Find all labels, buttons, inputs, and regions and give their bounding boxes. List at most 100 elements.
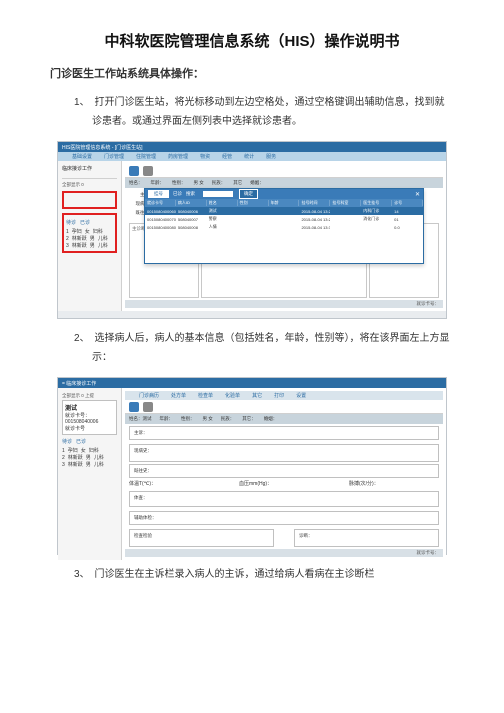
print-icon[interactable] bbox=[143, 402, 153, 412]
patient-card: 测试 就诊卡号： 001508040006 就诊卡号 bbox=[62, 400, 117, 435]
table-row[interactable]: 001508040008001508040008人情2015-08-04 13:… bbox=[145, 223, 423, 231]
popup-header: 挂号 已诊 搜索 确定 ✕ bbox=[145, 189, 423, 199]
grid-body: 001508040006001508040006测试2015-08-04 13:… bbox=[145, 207, 423, 231]
menu-item[interactable]: 统计 bbox=[242, 153, 256, 160]
list-item[interactable]: 1孕妇女妇科 bbox=[66, 229, 113, 236]
list-item[interactable]: 1孕妇女妇科 bbox=[62, 448, 117, 455]
sidebar-title: 临床接诊工作 bbox=[62, 166, 92, 172]
tab-prescription[interactable]: 处方单 bbox=[169, 392, 188, 399]
field-physical[interactable]: 体查： bbox=[129, 491, 439, 507]
search-popup: 挂号 已诊 搜索 确定 ✕ 就诊卡号 病人ID 姓名 性别 年龄 挂号时间 挂号… bbox=[144, 188, 424, 264]
info-age: 年龄： bbox=[151, 180, 165, 186]
popup-search-label: 搜索 bbox=[186, 191, 195, 197]
info-other: 其它： bbox=[242, 416, 256, 422]
col: 诊号 bbox=[392, 200, 423, 206]
toolbar bbox=[125, 164, 443, 178]
patient-visit: 就诊卡号 bbox=[65, 425, 114, 432]
field-chief[interactable]: 主诉： bbox=[129, 426, 439, 440]
tab-record[interactable]: 门诊病历 bbox=[137, 392, 161, 399]
info-other: 其它 bbox=[233, 180, 242, 186]
patient-infobar: 姓名：测试 年龄： 性别： 男 女 民族： 其它： 婚姻： bbox=[125, 414, 443, 424]
save-icon[interactable] bbox=[129, 402, 139, 412]
window-title: HIS医院管理信息系统 - [门诊医生站] bbox=[62, 144, 143, 151]
field-temp[interactable]: 体温T(℃)： bbox=[129, 480, 219, 487]
menu-item[interactable]: 门诊管理 bbox=[102, 153, 126, 160]
sidebar: 临床接诊工作 全部显示 0 待诊 已诊 1孕妇女妇科 2林新跃男儿科 3林新跃男… bbox=[58, 161, 122, 311]
table-row[interactable]: 001508040007001508040007警察2015-08-04 13:… bbox=[145, 215, 423, 223]
window-title: = 临床接诊工作 bbox=[62, 380, 96, 387]
patient-list: 1孕妇女妇科 2林新跃男儿科 3林新跃男儿科 bbox=[66, 229, 113, 250]
tab-settings[interactable]: 设置 bbox=[294, 392, 308, 399]
sidebar-top: 全部显示 0 上提 bbox=[62, 393, 117, 399]
col: 挂号时间 bbox=[299, 200, 330, 206]
field-bp[interactable]: 脉搏(次/分)： bbox=[349, 480, 439, 487]
tab-done[interactable]: 已诊 bbox=[76, 438, 86, 445]
save-icon[interactable] bbox=[129, 166, 139, 176]
window-titlebar: = 临床接诊工作 bbox=[58, 378, 446, 388]
tab-other[interactable]: 其它 bbox=[250, 392, 264, 399]
statusbar: 就诊卡号： bbox=[125, 300, 443, 308]
menu-item[interactable]: 药房管理 bbox=[166, 153, 190, 160]
menu-item[interactable]: 经管 bbox=[220, 153, 234, 160]
info-name: 姓名： bbox=[129, 180, 143, 186]
list-item[interactable]: 2林新跃男儿科 bbox=[66, 236, 113, 243]
menubar: 基础设置 门诊管理 住院管理 药房管理 物资 经管 统计 服务 bbox=[58, 152, 446, 161]
col: 姓名 bbox=[207, 200, 238, 206]
tab-waiting[interactable]: 待诊 bbox=[62, 438, 72, 445]
col: 就诊卡号 bbox=[145, 200, 176, 206]
highlight-box-1 bbox=[62, 191, 117, 209]
info-marriage: 婚姻： bbox=[264, 416, 278, 422]
field-pulse[interactable]: 血压mm(Hg)： bbox=[239, 480, 329, 487]
patient-card-label: 就诊卡号： bbox=[65, 412, 114, 419]
list-item[interactable]: 3林新跃男儿科 bbox=[66, 243, 113, 250]
popup-tab-done[interactable]: 已诊 bbox=[173, 191, 182, 197]
menu-item[interactable]: 物资 bbox=[198, 153, 212, 160]
table-row[interactable]: 001508040006001508040006测试2015-08-04 13:… bbox=[145, 207, 423, 215]
info-sex: 性别： bbox=[181, 416, 195, 422]
col: 年龄 bbox=[269, 200, 300, 206]
step-1: 1、 打开门诊医生站，将光标移动到左边空格处，通过空格键调出辅助信息，找到就诊患… bbox=[74, 93, 454, 131]
page-title: 中科软医院管理信息系统（HIS）操作说明书 bbox=[50, 30, 454, 51]
highlight-box-2: 待诊 已诊 1孕妇女妇科 2林新跃男儿科 3林新跃男儿科 bbox=[62, 213, 117, 253]
ok-button[interactable]: 确定 bbox=[239, 189, 258, 199]
field-exam[interactable]: 检查检验 bbox=[129, 529, 274, 547]
statusbar: 就诊卡号： bbox=[125, 549, 443, 557]
info-nation: 民族： bbox=[221, 416, 235, 422]
toolbar bbox=[125, 400, 443, 414]
search-input[interactable] bbox=[203, 191, 233, 197]
section-subtitle: 门诊医生工作站系统具体操作： bbox=[50, 65, 454, 81]
menu-item[interactable]: 基础设置 bbox=[70, 153, 94, 160]
info-marriage: 婚姻： bbox=[250, 180, 264, 186]
print-icon[interactable] bbox=[143, 166, 153, 176]
main-panel: 门诊病历 处方单 检查单 化验单 其它 打印 设置 姓名：测试 年龄： 性别： … bbox=[122, 388, 446, 560]
patient-infobar: 姓名： 年龄： 性别： 男 女 民族： 其它 婚姻： bbox=[125, 178, 443, 188]
close-icon[interactable]: ✕ bbox=[415, 191, 420, 198]
col: 医生挂号 bbox=[361, 200, 392, 206]
info-age: 年龄： bbox=[160, 416, 174, 422]
menu-item[interactable]: 服务 bbox=[264, 153, 278, 160]
info-sex-opts: 男 女 bbox=[203, 416, 213, 422]
list-item[interactable]: 2林新跃男儿科 bbox=[62, 455, 117, 462]
tab-lab[interactable]: 化验单 bbox=[223, 392, 242, 399]
field-diag[interactable]: 诊断： bbox=[294, 529, 439, 547]
field-past[interactable]: 既往史： bbox=[129, 464, 439, 478]
grid-header: 就诊卡号 病人ID 姓名 性别 年龄 挂号时间 挂号科室 医生挂号 诊号 bbox=[145, 199, 423, 207]
screenshot-2: = 临床接诊工作 全部显示 0 上提 测试 就诊卡号： 001508040006… bbox=[57, 377, 447, 555]
step-2: 2、 选择病人后，病人的基本信息（包括姓名，年龄，性别等），将在该界面左上方显示… bbox=[74, 329, 454, 367]
tab-print[interactable]: 打印 bbox=[272, 392, 286, 399]
list-item[interactable]: 3林新跃男儿科 bbox=[62, 462, 117, 469]
popup-tab-reg[interactable]: 挂号 bbox=[148, 190, 169, 198]
field-aux[interactable]: 辅助体检： bbox=[129, 511, 439, 525]
tab-done[interactable]: 已诊 bbox=[80, 219, 90, 226]
menu-item[interactable]: 住院管理 bbox=[134, 153, 158, 160]
info-nation: 民族： bbox=[212, 180, 226, 186]
sidebar: 全部显示 0 上提 测试 就诊卡号： 001508040006 就诊卡号 待诊 … bbox=[58, 388, 122, 560]
tab-exam[interactable]: 检查单 bbox=[196, 392, 215, 399]
sidebar-count: 全部显示 0 bbox=[62, 182, 117, 188]
tab-waiting[interactable]: 待诊 bbox=[66, 219, 76, 226]
sub-menubar: 门诊病历 处方单 检查单 化验单 其它 打印 设置 bbox=[125, 391, 443, 400]
info-sex-opts: 男 女 bbox=[194, 180, 204, 186]
info-sex: 性别： bbox=[172, 180, 186, 186]
screenshot-1: HIS医院管理信息系统 - [门诊医生站] 基础设置 门诊管理 住院管理 药房管… bbox=[57, 141, 447, 319]
field-present[interactable]: 现病史： bbox=[129, 444, 439, 462]
